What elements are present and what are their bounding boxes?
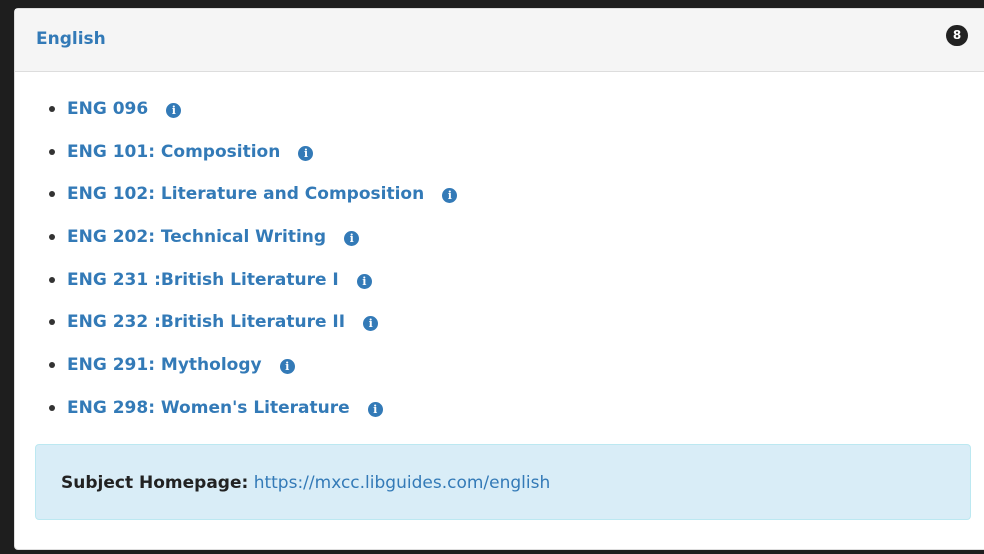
guide-link[interactable]: ENG 232 :British Literature II (67, 312, 345, 332)
list-item: ENG 101: Composition i (15, 140, 984, 183)
guide-link[interactable]: ENG 102: Literature and Composition (67, 184, 424, 204)
guide-link[interactable]: ENG 291: Mythology (67, 355, 262, 375)
info-circle-icon[interactable]: i (367, 401, 383, 417)
bullet-icon (49, 319, 55, 326)
subject-homepage-box: Subject Homepage: https://mxcc.libguides… (35, 444, 971, 520)
guide-count-badge: 8 (946, 25, 968, 46)
subject-homepage-line: Subject Homepage: https://mxcc.libguides… (61, 471, 550, 495)
list-item: ENG 102: Literature and Composition i (15, 182, 984, 225)
bullet-icon (49, 276, 55, 283)
info-circle-icon[interactable]: i (298, 145, 314, 161)
guide-link[interactable]: ENG 231 :British Literature I (67, 270, 339, 290)
guide-link[interactable]: ENG 202: Technical Writing (67, 227, 326, 247)
bullet-icon (49, 148, 55, 155)
list-item: ENG 202: Technical Writing i (15, 225, 984, 268)
subject-panel: English 8 ENG 096 i ENG 101: Composition… (14, 8, 984, 550)
subject-homepage-label: Subject Homepage: (61, 473, 249, 493)
guide-link[interactable]: ENG 101: Composition (67, 142, 280, 162)
info-circle-icon[interactable]: i (363, 316, 379, 332)
bullet-icon (49, 404, 55, 411)
list-item: ENG 291: Mythology i (15, 353, 984, 396)
info-circle-icon[interactable]: i (166, 103, 182, 118)
info-circle-icon[interactable]: i (344, 231, 360, 247)
guide-list: ENG 096 i ENG 101: Composition i ENG 102… (15, 97, 984, 439)
bullet-icon (49, 106, 55, 112)
panel-heading: English 8 (15, 9, 984, 72)
list-item: ENG 298: Women's Literature i (15, 396, 984, 439)
bullet-icon (49, 234, 55, 241)
list-item: ENG 232 :British Literature II i (15, 310, 984, 353)
info-circle-icon[interactable]: i (356, 273, 372, 289)
subject-homepage-link[interactable]: https://mxcc.libguides.com/english (254, 473, 551, 493)
bullet-icon (49, 191, 55, 198)
info-circle-icon[interactable]: i (279, 359, 295, 375)
guide-link[interactable]: ENG 298: Women's Literature (67, 398, 350, 418)
info-circle-icon[interactable]: i (442, 188, 458, 204)
bullet-icon (49, 362, 55, 369)
guide-link[interactable]: ENG 096 (67, 99, 148, 119)
panel-title-link[interactable]: English (36, 29, 106, 49)
list-item: ENG 096 i (15, 97, 984, 140)
list-item: ENG 231 :British Literature I i (15, 268, 984, 311)
